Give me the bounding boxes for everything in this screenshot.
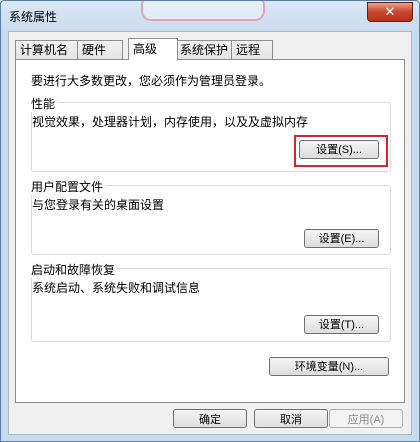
- tab-system-protection[interactable]: 系统保护: [175, 40, 239, 59]
- performance-description: 视觉效果，处理器计划，内存使用，以及及虚拟内存: [32, 115, 309, 129]
- system-properties-window: 系统属性 ✕ 计算机名 硬件 高级 系统保护 远程 要进行大多数更改，您必须作为…: [0, 0, 420, 442]
- tab-computer-name[interactable]: 计算机名: [15, 40, 79, 59]
- cancel-button[interactable]: 取消: [254, 409, 328, 428]
- window-title: 系统属性: [9, 10, 58, 24]
- close-button[interactable]: ✕: [367, 2, 413, 22]
- startup-recovery-title: 启动和故障恢复: [31, 261, 118, 278]
- performance-group: 性能 视觉效果，处理器计划，内存使用，以及及虚拟内存 设置(S)...: [31, 95, 391, 172]
- admin-notice: 要进行大多数更改，您必须作为管理员登录。: [31, 74, 272, 88]
- ok-button[interactable]: 确定: [173, 409, 247, 428]
- startup-recovery-group: 启动和故障恢复 系统启动、系统失败和调试信息 设置(T)...: [31, 261, 391, 342]
- user-profiles-description: 与您登录有关的桌面设置: [32, 198, 165, 212]
- dialog-client-area: 计算机名 硬件 高级 系统保护 远程 要进行大多数更改，您必须作为管理员登录。 …: [8, 31, 412, 435]
- tab-hardware[interactable]: 硬件: [77, 40, 123, 59]
- performance-title: 性能: [31, 95, 58, 112]
- title-decoration: [141, 1, 265, 21]
- tab-remote[interactable]: 远程: [231, 40, 273, 59]
- user-profiles-group: 用户配置文件 与您登录有关的桌面设置 设置(E)...: [31, 178, 391, 255]
- user-profiles-settings-button[interactable]: 设置(E)...: [304, 229, 379, 248]
- user-profiles-title: 用户配置文件: [31, 178, 106, 195]
- startup-recovery-settings-button[interactable]: 设置(T)...: [304, 315, 379, 334]
- startup-recovery-description: 系统启动、系统失败和调试信息: [32, 281, 201, 295]
- close-icon: ✕: [384, 4, 396, 20]
- tab-advanced[interactable]: 高级: [128, 38, 178, 60]
- apply-button[interactable]: 应用(A): [329, 409, 403, 428]
- environment-variables-button[interactable]: 环境变量(N)...: [269, 357, 389, 376]
- title-bar[interactable]: 系统属性 ✕: [1, 1, 419, 31]
- advanced-tab-panel: 要进行大多数更改，您必须作为管理员登录。 性能 视觉效果，处理器计划，内存使用，…: [15, 59, 405, 403]
- performance-settings-button[interactable]: 设置(S)...: [299, 140, 379, 159]
